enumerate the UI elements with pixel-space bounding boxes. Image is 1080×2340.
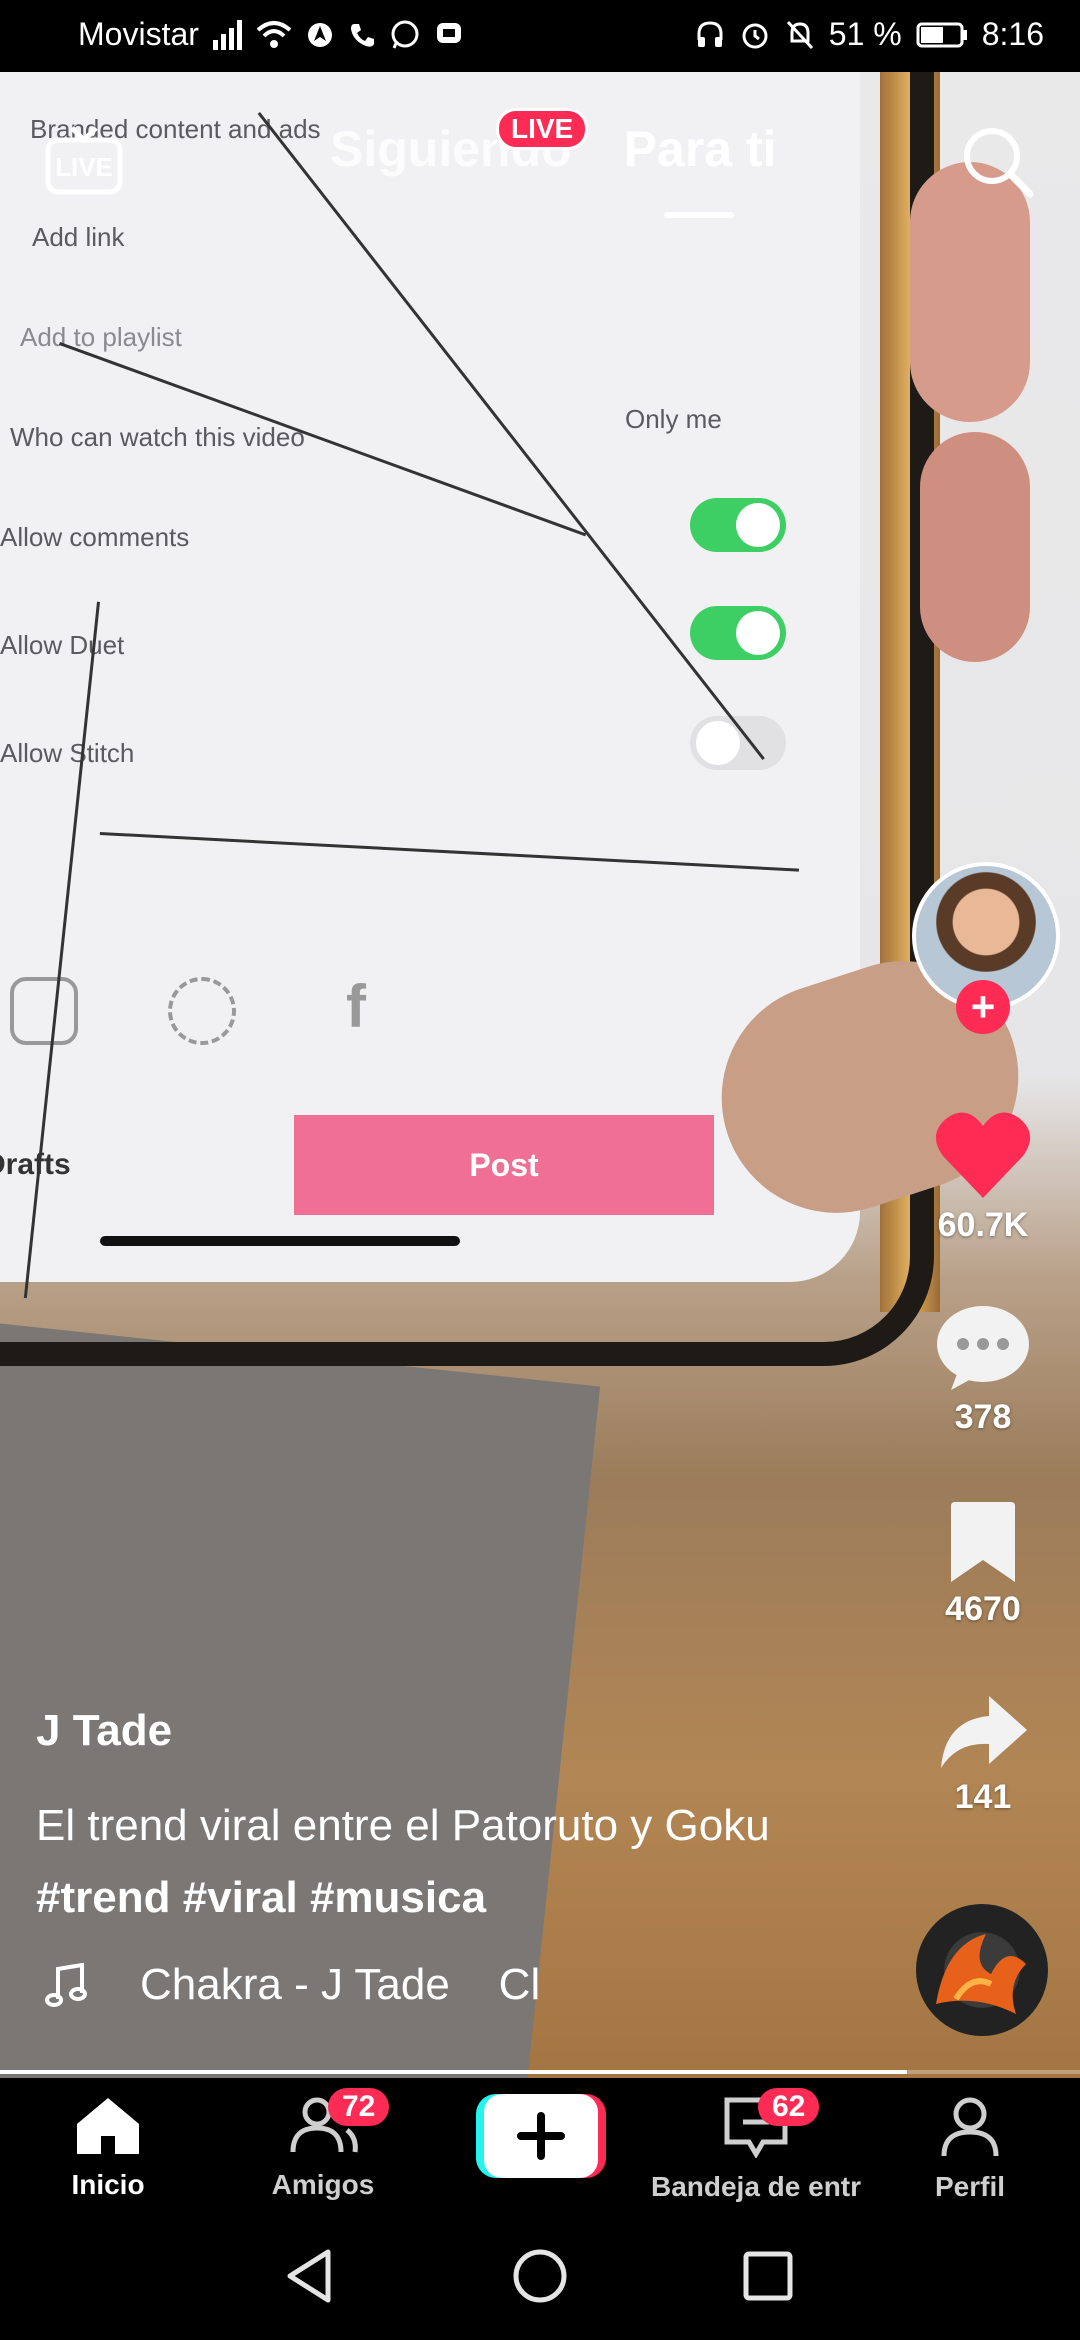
hashtag[interactable]: #musica: [310, 1873, 486, 1922]
inbox-badge: 62: [758, 2088, 820, 2126]
tab-foryou[interactable]: Para ti: [624, 120, 777, 218]
back-icon[interactable]: [284, 2248, 334, 2304]
search-icon[interactable]: [960, 124, 1036, 200]
video-progress-bar[interactable]: [0, 2070, 1080, 2074]
video-finger: [920, 432, 1030, 662]
comment-icon: [937, 1306, 1029, 1390]
album-art-icon: [936, 1934, 1026, 2014]
recents-icon[interactable]: [742, 2250, 794, 2302]
live-badge: LIVE: [496, 108, 589, 150]
save-button[interactable]: 4670: [920, 1500, 1046, 1629]
messenger-icon: [436, 22, 461, 43]
clock: 8:16: [981, 16, 1044, 52]
nav-inbox[interactable]: Bandeja de entr 62: [646, 2088, 866, 2203]
music-note-icon: [45, 1963, 87, 2007]
post-caption[interactable]: El trend viral entre el Patoruto y Goku …: [36, 1790, 796, 1934]
mute-bell-icon: [786, 20, 813, 49]
video-finger: [910, 162, 1030, 422]
home-icon: [77, 2098, 139, 2154]
music-disc[interactable]: [916, 1904, 1048, 2036]
nav-friends[interactable]: Amigos 72: [268, 2088, 390, 2201]
live-icon-label: LIVE: [55, 152, 113, 182]
nav-home[interactable]: Inicio: [58, 2096, 158, 2201]
follow-button[interactable]: +: [956, 980, 1010, 1034]
share-button[interactable]: 141: [920, 1692, 1046, 1817]
caption-text: El trend viral entre el Patoruto y Goku: [36, 1801, 770, 1850]
nav-inbox-label: Bandeja de entr: [650, 2171, 862, 2202]
carrier-label: Movistar: [78, 16, 199, 52]
create-button[interactable]: [476, 2094, 606, 2178]
nav-profile-label: Perfil: [934, 2171, 1006, 2202]
heart-icon: [935, 1112, 1031, 1198]
hashtag[interactable]: #trend: [36, 1873, 170, 1922]
battery-icon: [916, 22, 967, 47]
like-button[interactable]: 60.7K: [920, 1108, 1046, 1245]
location-icon: [307, 22, 332, 47]
nav-home-label: Inicio: [71, 2169, 145, 2200]
home-circle-icon[interactable]: [512, 2248, 568, 2304]
creator-username[interactable]: J Tade: [36, 1706, 172, 1756]
friends-badge: 72: [328, 2088, 390, 2126]
live-icon[interactable]: LIVE: [44, 126, 124, 196]
whatsapp-icon: [391, 20, 419, 49]
phone-icon: [350, 23, 374, 47]
comment-button[interactable]: 378: [920, 1302, 1046, 1437]
like-count: 60.7K: [937, 1206, 1029, 1244]
alarm-icon: [742, 23, 768, 48]
battery-percent: 51 %: [828, 16, 902, 52]
comment-count: 378: [954, 1398, 1012, 1436]
nav-profile[interactable]: Perfil: [920, 2096, 1020, 2203]
bookmark-icon: [951, 1502, 1015, 1582]
save-count: 4670: [945, 1590, 1021, 1628]
video-progress-fill: [0, 2070, 908, 2074]
status-bar: Movistar 51 % 8:16: [0, 0, 1080, 72]
system-nav-bar: [0, 2218, 1080, 2340]
music-ticker[interactable]: Chakra - J Tade Cl: [36, 1960, 540, 2010]
wifi-icon: [256, 20, 292, 48]
signal-icon: [212, 19, 242, 50]
hashtag[interactable]: #viral: [183, 1873, 298, 1922]
music-title: Chakra - J Tade Cl: [140, 1960, 541, 2009]
profile-icon: [941, 2097, 999, 2157]
nav-friends-label: Amigos: [271, 2169, 375, 2200]
headphones-icon: [697, 20, 723, 47]
share-arrow-icon: [941, 1696, 1027, 1768]
video-player[interactable]: Branded content and ads Add link Add to …: [0, 72, 1080, 2080]
share-count: 141: [954, 1778, 1012, 1816]
